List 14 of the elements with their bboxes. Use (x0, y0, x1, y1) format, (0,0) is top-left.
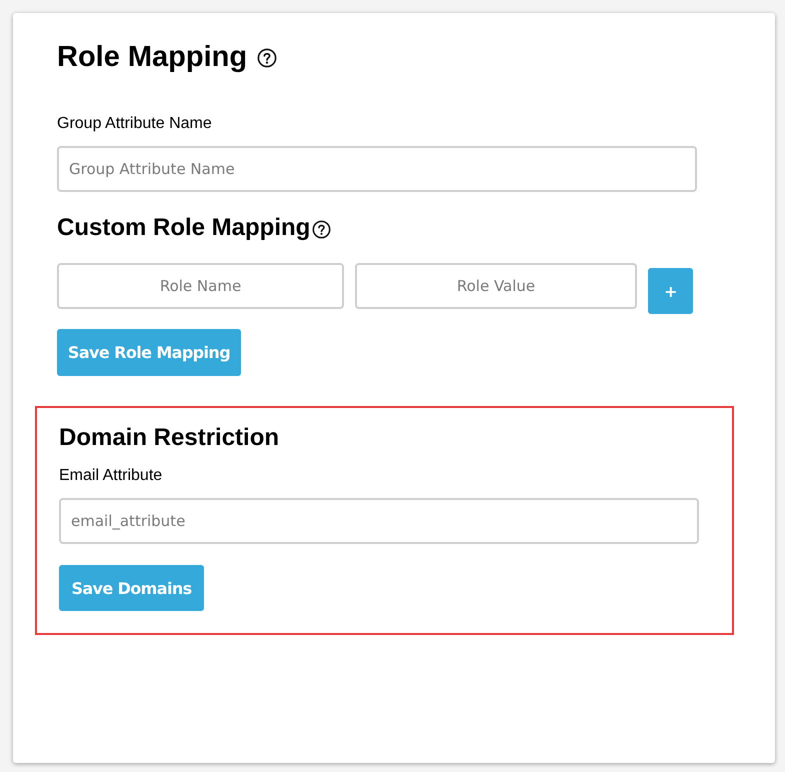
email-attribute-input[interactable]: email_attribute (59, 498, 699, 544)
role-input[interactable]: Role Value (355, 263, 637, 309)
save-role-mapping-button[interactable]: Save Role Mapping (57, 329, 241, 376)
role-input[interactable]: Role Name (57, 263, 344, 309)
group-attribute-input[interactable]: Group Attribute Name (57, 146, 697, 192)
section-title: Domain Restriction (59, 423, 280, 453)
section-title: Role Mapping (57, 40, 248, 74)
help-icon[interactable] (257, 48, 278, 68)
field-label: Email Attribute (59, 466, 164, 486)
field-label: Group Attribute Name (57, 114, 213, 134)
help-icon[interactable] (312, 220, 332, 238)
section-title: Custom Role Mapping (57, 213, 310, 243)
save-domains-button[interactable]: Save Domains (59, 565, 204, 611)
add-button[interactable]: + (648, 268, 693, 314)
